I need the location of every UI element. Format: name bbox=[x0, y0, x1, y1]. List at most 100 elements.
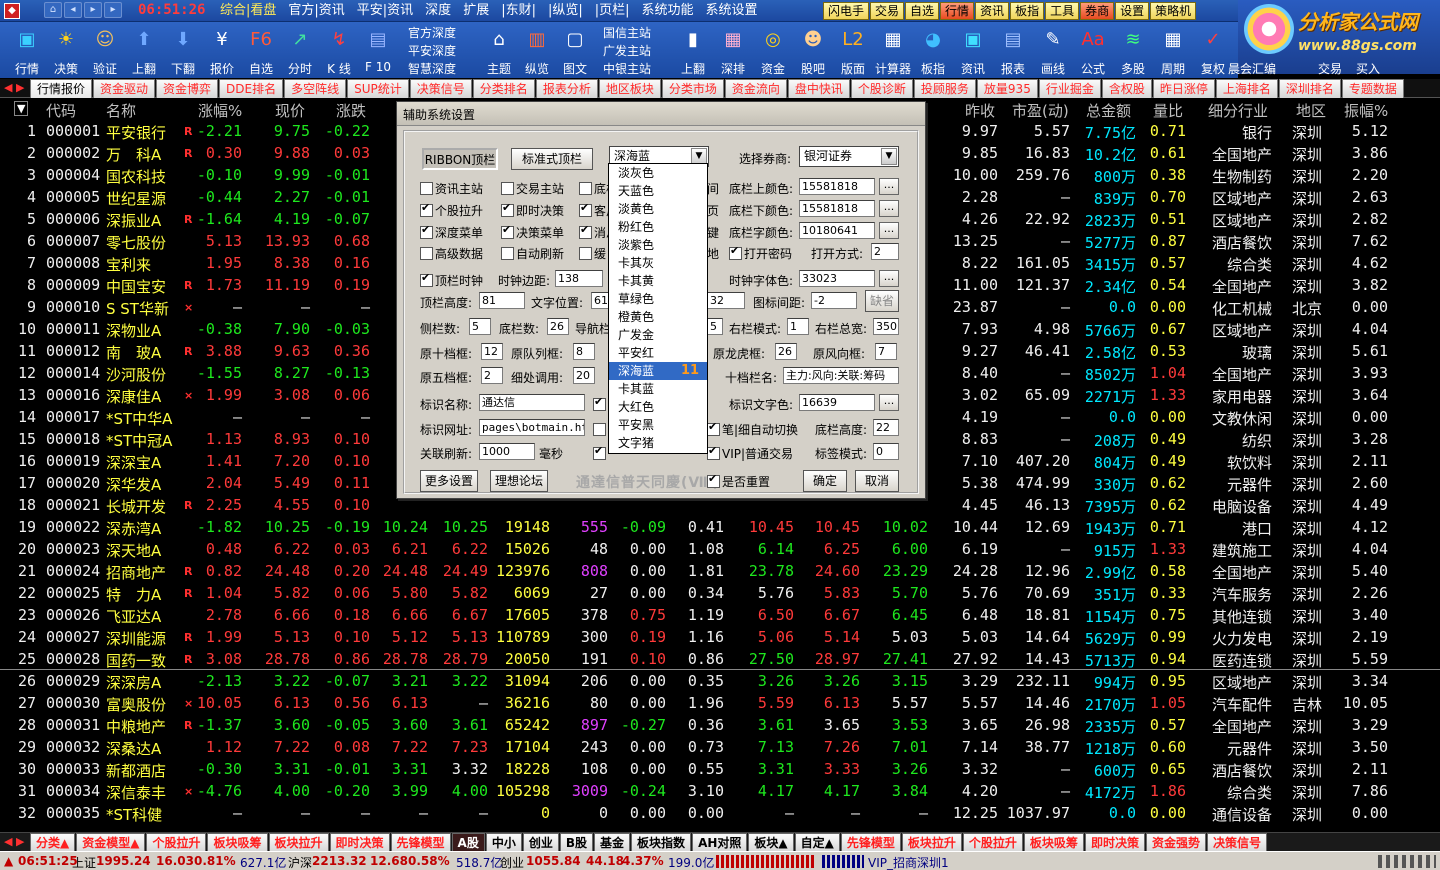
cache-checkbox[interactable]: 缓 bbox=[579, 245, 606, 262]
icon-gap-input[interactable]: -2 bbox=[811, 292, 857, 309]
table-row[interactable]: 20 000023 深天地A 0.48 6.22 0.03 6.21 6.22 15026 48 0… bbox=[0, 538, 1440, 560]
menu-item-4[interactable]: 扩展 bbox=[461, 3, 499, 19]
wind-input[interactable]: 7 bbox=[875, 343, 897, 360]
bottom-tab-15[interactable]: 自定▲ bbox=[794, 833, 840, 852]
toolbar-button-check[interactable]: ✓ 复权 bbox=[1194, 22, 1232, 78]
dragon-input[interactable]: 26 bbox=[775, 343, 797, 360]
market-tab-12[interactable]: 盘中快讯 bbox=[787, 79, 850, 98]
right-width-input[interactable]: 350 bbox=[873, 318, 899, 335]
theme-option[interactable]: 大红色 bbox=[609, 398, 707, 416]
bottom-tab-21[interactable]: 资金强势 bbox=[1145, 833, 1206, 852]
table-row[interactable]: 22 000025 特 力A R 1.04 5.82 0.06 5.80 5.82 6069 27 0… bbox=[0, 582, 1440, 604]
menu-item-6[interactable]: |纵览| bbox=[546, 3, 593, 19]
bottom-count-input[interactable]: 26 bbox=[547, 318, 569, 335]
menu-item-9[interactable]: 系统设置 bbox=[704, 3, 768, 19]
ten-name-input[interactable]: 主力:风向:关联:筹码 bbox=[783, 367, 899, 384]
theme-option[interactable]: 卡其灰 bbox=[609, 254, 707, 272]
col-code[interactable]: 代码 bbox=[46, 100, 76, 121]
theme-option[interactable]: 天蓝色 bbox=[609, 182, 707, 200]
col-amplitude[interactable]: 振幅% bbox=[1344, 100, 1388, 121]
theme-option[interactable]: 橙黄色 bbox=[609, 308, 707, 326]
menu-item-2[interactable]: 平安|资讯 bbox=[355, 3, 423, 19]
market-tab-8[interactable]: 报表分析 bbox=[535, 79, 598, 98]
right-mode-input[interactable]: 1 bbox=[787, 318, 809, 335]
theme-option[interactable]: 深海蓝 11 bbox=[609, 362, 707, 380]
table-row[interactable]: 28 000031 中粮地产 R -1.37 3.60 -0.05 3.60 3.61 65242… bbox=[0, 714, 1440, 736]
bottom-scroll-right-icon[interactable]: ▶ bbox=[16, 835, 24, 848]
quick-button-6[interactable]: 工具 bbox=[1045, 2, 1080, 20]
bottom-up-color-input[interactable]: 15581818 bbox=[799, 178, 875, 195]
theme-option[interactable]: 草绿色 bbox=[609, 290, 707, 308]
bottom-tab-17[interactable]: 板块拉升 bbox=[901, 833, 962, 852]
market-tab-20[interactable]: 深圳排名 bbox=[1278, 79, 1341, 98]
quick-button-0[interactable]: 闪电手 bbox=[823, 2, 870, 20]
bottom-tab-22[interactable]: 决策信号 bbox=[1206, 833, 1267, 852]
clock-font-color-input[interactable]: 33023 bbox=[799, 270, 875, 287]
refresh-input[interactable]: 1000 bbox=[479, 443, 535, 460]
col-pe[interactable]: 市盈(动) bbox=[1012, 100, 1069, 121]
market-tab-3[interactable]: DDE排名 bbox=[219, 79, 284, 98]
theme-option[interactable]: 卡其黄 bbox=[609, 272, 707, 290]
table-row[interactable]: 23 000026 飞亚达A 2.78 6.66 0.18 6.66 6.67 17605 378… bbox=[0, 604, 1440, 626]
pick-color-button[interactable]: ... bbox=[879, 394, 899, 411]
bottom-tab-16[interactable]: 先锋模型 bbox=[840, 833, 901, 852]
bottom-height-input[interactable]: 22 bbox=[873, 419, 899, 436]
col-industry[interactable]: 细分行业 bbox=[1208, 100, 1268, 121]
market-tab-5[interactable]: SUP统计 bbox=[347, 79, 409, 98]
table-row[interactable]: 26 000029 深深房A -2.13 3.22 -0.07 3.21 3.22 31094 2… bbox=[0, 670, 1440, 692]
advanced-data-checkbox[interactable]: 高级数据 bbox=[420, 245, 483, 262]
bottom-font-color-input[interactable]: 10180641 bbox=[799, 222, 875, 239]
vip-trade-checkbox[interactable]: VIP|普通交易 bbox=[707, 444, 793, 462]
bottom-tab-19[interactable]: 板块吸筹 bbox=[1023, 833, 1084, 852]
toolbar-stack-item[interactable]: 广发主站 bbox=[603, 42, 679, 60]
toolbar-extra-1[interactable]: 交易 bbox=[1318, 60, 1342, 77]
col-area[interactable]: 地区 bbox=[1296, 100, 1326, 121]
side-count-input[interactable]: 5 bbox=[469, 318, 491, 335]
mark-color-input[interactable]: 16639 bbox=[799, 394, 875, 411]
cancel-button[interactable]: 取消 bbox=[855, 470, 899, 492]
bottom-tab-9[interactable]: 创业 bbox=[522, 833, 559, 852]
table-row[interactable]: 32 000035 *ST科健 — — — — — 0 0 0.00 0.00 — — — 12.25 1037… bbox=[0, 802, 1440, 824]
col-amount[interactable]: 总金额 bbox=[1086, 100, 1131, 121]
bottom-tab-20[interactable]: 即时决策 bbox=[1084, 833, 1145, 852]
market-tab-11[interactable]: 资金流向 bbox=[724, 79, 787, 98]
market-tab-0[interactable]: 行情报价 bbox=[30, 79, 93, 98]
pick-color-button[interactable]: ... bbox=[879, 222, 899, 239]
trade-station-checkbox[interactable]: 交易主站 bbox=[501, 180, 564, 197]
table-row[interactable]: 24 000027 深圳能源 R 1.99 5.13 0.10 5.12 5.13 110789 3… bbox=[0, 626, 1440, 648]
default-button[interactable]: 缺省 bbox=[865, 290, 899, 312]
sort-toggle-icon[interactable]: ▼ bbox=[14, 101, 29, 116]
forum-button[interactable]: 理想论坛 bbox=[490, 470, 548, 492]
col-price[interactable]: 现价 bbox=[275, 100, 305, 121]
bottom-tab-14[interactable]: 板块▲ bbox=[748, 833, 794, 852]
table-row[interactable]: 25 000028 国药一致 R 3.08 28.78 0.86 28.78 28.79 2005… bbox=[0, 648, 1440, 670]
quick-button-4[interactable]: 资讯 bbox=[975, 2, 1010, 20]
quick-button-2[interactable]: 自选 bbox=[905, 2, 940, 20]
theme-option[interactable]: 平安黑 bbox=[609, 416, 707, 434]
pick-color-button[interactable]: ... bbox=[879, 178, 899, 195]
partial-input-32[interactable]: 32 bbox=[707, 292, 745, 309]
market-tab-9[interactable]: 地区板块 bbox=[598, 79, 661, 98]
bottom-tab-12[interactable]: 板块指数 bbox=[631, 833, 692, 852]
reset-checkbox[interactable]: 是否重置 bbox=[707, 472, 770, 490]
theme-option[interactable]: 淡黄色 bbox=[609, 200, 707, 218]
bottom-tab-10[interactable]: B股 bbox=[559, 833, 594, 852]
bottom-tab-3[interactable]: 板块吸筹 bbox=[207, 833, 268, 852]
chevron-down-icon[interactable]: ▼ bbox=[881, 148, 897, 165]
menu-item-7[interactable]: |页栏| bbox=[593, 3, 640, 19]
ribbon-top-button[interactable]: RIBBON顶栏 bbox=[422, 148, 498, 170]
col-name[interactable]: 名称 bbox=[106, 100, 136, 121]
back-nav-icon[interactable]: ◂ bbox=[64, 2, 82, 18]
bottom-scroll-left-icon[interactable]: ◀ bbox=[4, 835, 12, 848]
table-row[interactable]: 21 000024 招商地产 R 0.82 24.48 0.20 24.48 24.49 1239… bbox=[0, 560, 1440, 582]
theme-option[interactable]: 淡灰色 bbox=[609, 164, 707, 182]
pick-color-button[interactable]: ... bbox=[879, 270, 899, 287]
orig-five-input[interactable]: 2 bbox=[481, 367, 503, 384]
menu-item-0[interactable]: 综合|看盘 bbox=[218, 3, 286, 19]
market-tab-13[interactable]: 个股诊断 bbox=[850, 79, 913, 98]
toolbar-button-picture[interactable]: ▢ 图文 bbox=[556, 22, 594, 78]
market-tab-1[interactable]: 资金驱动 bbox=[93, 79, 156, 98]
pick-color-button[interactable]: ... bbox=[879, 200, 899, 217]
toolbar-stack-item[interactable]: 官方深度 bbox=[408, 24, 484, 42]
bottom-tab-2[interactable]: 个股拉升 bbox=[146, 833, 207, 852]
